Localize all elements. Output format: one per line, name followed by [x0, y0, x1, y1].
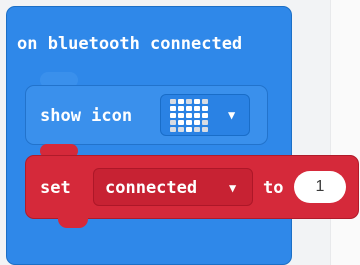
- led-off: [202, 119, 208, 125]
- led-on: [170, 112, 176, 118]
- set-label: set: [40, 178, 71, 198]
- led-off: [202, 126, 208, 132]
- workspace-scroll-edge: [330, 0, 360, 265]
- led-on: [202, 112, 208, 118]
- led-off: [194, 126, 200, 132]
- led-off: [170, 126, 176, 132]
- led-off: [178, 126, 184, 132]
- led-on: [178, 112, 184, 118]
- set-block-bottom-connector: [58, 216, 88, 228]
- led-on: [194, 112, 200, 118]
- led-off: [186, 98, 192, 104]
- show-icon-label: show icon: [40, 106, 133, 126]
- event-block-label: on bluetooth connected: [17, 34, 243, 54]
- led-on: [178, 119, 184, 125]
- value-input[interactable]: 1: [294, 171, 346, 203]
- led-off: [202, 98, 208, 104]
- led-on: [186, 112, 192, 118]
- led-on: [186, 105, 192, 111]
- led-off: [170, 119, 176, 125]
- led-on: [186, 119, 192, 125]
- led-on: [194, 119, 200, 125]
- led-on: [194, 105, 200, 111]
- heart-icon: [169, 98, 209, 132]
- led-on: [178, 98, 184, 104]
- led-on: [178, 105, 184, 111]
- chevron-down-icon: ▼: [228, 108, 236, 122]
- led-on: [194, 98, 200, 104]
- to-label: to: [263, 178, 284, 198]
- variable-name: connected: [105, 178, 198, 198]
- chevron-down-icon: ▼: [229, 181, 237, 195]
- led-on: [170, 105, 176, 111]
- led-off: [170, 98, 176, 104]
- led-on: [202, 105, 208, 111]
- led-on: [186, 126, 192, 132]
